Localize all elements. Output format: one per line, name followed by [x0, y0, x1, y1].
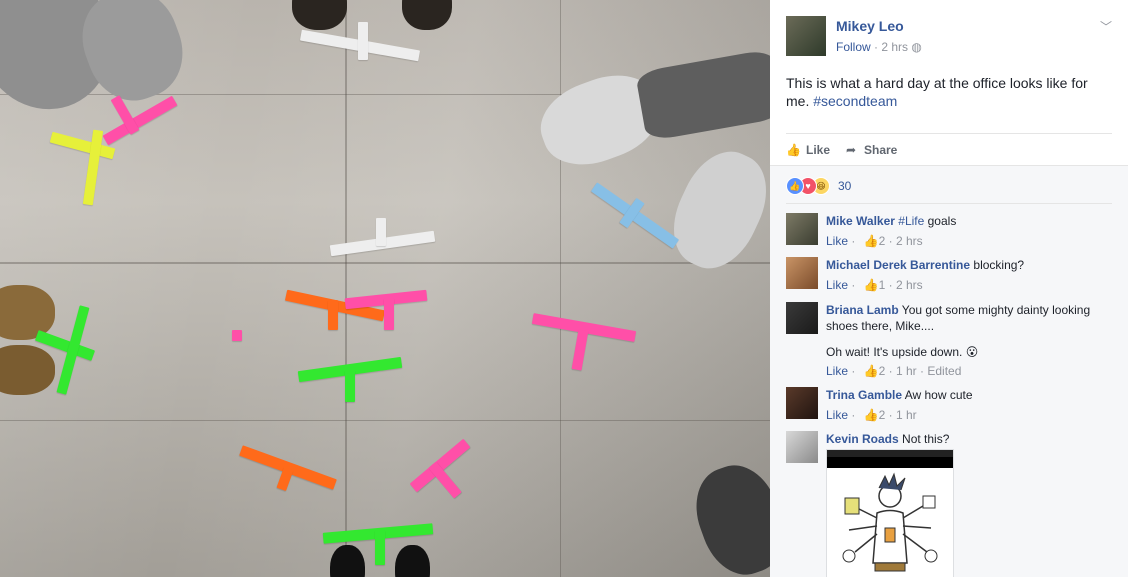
cartoon-illustration — [842, 472, 938, 572]
comment-text-2: Oh wait! It's upside down. — [826, 345, 963, 359]
sneaker-right-2 — [658, 138, 770, 282]
white-tape — [376, 218, 386, 246]
action-bar: 👍 Like ➦ Share — [786, 133, 1112, 166]
comment-body: Trina Gamble Aw how cute — [826, 387, 1116, 403]
comment-like-count[interactable]: 2 — [879, 408, 886, 422]
comment-body: Mike Walker #Life goals — [826, 213, 1116, 229]
comment-body: Briana Lamb You got some mighty dainty l… — [826, 302, 1116, 360]
commenter-name[interactable]: Kevin Roads — [826, 432, 899, 446]
author-name[interactable]: Mikey Leo — [836, 18, 904, 34]
like-label: Like — [806, 143, 831, 157]
thumbs-up-icon: 👍 — [863, 408, 879, 422]
orange-tape — [328, 300, 338, 330]
divider — [786, 203, 1112, 204]
commenter-name[interactable]: Trina Gamble — [826, 388, 902, 402]
green-tape — [345, 370, 355, 402]
avatar[interactable] — [786, 431, 818, 463]
follow-link[interactable]: Follow — [836, 40, 871, 54]
comment-body: Kevin Roads Not this? — [826, 431, 1116, 447]
comment-text: blocking? — [970, 258, 1025, 272]
boot-left — [0, 285, 55, 340]
tile-seam — [560, 0, 561, 577]
comment-text: Not this? — [898, 432, 950, 446]
comment: Briana Lamb You got some mighty dainty l… — [786, 302, 1116, 382]
orange-tape — [276, 466, 294, 492]
comment-image-attachment[interactable] — [826, 449, 954, 577]
comment-text: Aw how cute — [902, 388, 973, 402]
avatar[interactable] — [786, 213, 818, 245]
comments-section: 👍 ♥ 😆 30 Mike Walker #Life goals Like · … — [770, 165, 1128, 577]
share-button[interactable]: ➦ Share — [844, 143, 897, 157]
commenter-name[interactable]: Briana Lamb — [826, 303, 899, 317]
like-reaction-icon: 👍 — [786, 177, 804, 195]
post-header: Mikey Leo Follow · 2 hrs ◍ ﹀ — [786, 16, 1116, 60]
post-meta: Follow · 2 hrs ◍ — [836, 40, 922, 54]
post-text: This is what a hard day at the office lo… — [786, 74, 1106, 110]
author-avatar[interactable] — [786, 16, 826, 56]
comment-body: Michael Derek Barrentine blocking? — [826, 257, 1116, 273]
white-tape — [358, 22, 368, 60]
post-photo[interactable] — [0, 0, 770, 577]
pink-tape — [571, 329, 589, 371]
comment-time[interactable]: 2 hrs — [896, 234, 923, 248]
pink-tape — [384, 298, 394, 330]
comment-like-count[interactable]: 2 — [879, 364, 886, 378]
comment-meta: Like · 👍2 · 1 hr — [826, 408, 917, 422]
thumbs-up-icon: 👍 — [863, 278, 879, 292]
comment: Mike Walker #Life goals Like · 👍2 · 2 hr… — [786, 213, 1116, 253]
sneaker-top-left-2 — [69, 0, 196, 113]
green-tape — [375, 530, 385, 565]
like-button[interactable]: 👍 Like — [786, 143, 830, 157]
comment-time[interactable]: 1 hr — [896, 408, 917, 422]
comment-like-link[interactable]: Like — [826, 408, 848, 422]
comment-meta: Like · 👍1 · 2 hrs — [826, 278, 923, 292]
thumbs-up-icon: 👍 — [786, 143, 801, 157]
comment-meta: Like · 👍2 · 2 hrs — [826, 234, 923, 248]
black-shoe-top-2 — [402, 0, 452, 30]
phone-toolbar — [827, 457, 953, 468]
globe-icon: ◍ — [911, 40, 922, 54]
thumbs-up-icon: 👍 — [863, 364, 879, 378]
comment-like-count[interactable]: 2 — [879, 234, 886, 248]
phone-status-bar — [827, 450, 953, 457]
tile-seam — [345, 0, 347, 577]
comment-text: goals — [924, 214, 957, 228]
heel-bottom-right — [395, 545, 430, 577]
comment-hashtag[interactable]: #Life — [898, 214, 924, 228]
post-side-panel: Mikey Leo Follow · 2 hrs ◍ ﹀ This is wha… — [770, 0, 1128, 577]
comment-meta: Like · 👍2 · 1 hr · Edited — [826, 364, 962, 378]
comment: Kevin Roads Not this? — [786, 431, 1116, 577]
leg-right — [634, 48, 770, 142]
avatar[interactable] — [786, 302, 818, 334]
avatar[interactable] — [786, 257, 818, 289]
post-hashtag[interactable]: #secondteam — [813, 93, 897, 109]
comment-like-link[interactable]: Like — [826, 278, 848, 292]
heel-bottom-left — [330, 545, 365, 577]
commenter-name[interactable]: Mike Walker — [826, 214, 895, 228]
tile-seam — [0, 420, 770, 421]
black-shoe-top — [292, 0, 347, 30]
sneaker-bottom-right — [683, 454, 770, 577]
share-label: Share — [864, 143, 898, 157]
tile-seam — [0, 262, 770, 264]
comment-like-link[interactable]: Like — [826, 364, 848, 378]
comment-followup: Oh wait! It's upside down. 😮 — [826, 344, 1116, 360]
post-time[interactable]: 2 hrs — [881, 40, 908, 54]
commenter-name[interactable]: Michael Derek Barrentine — [826, 258, 970, 272]
surprised-emoji-icon: 😮 — [965, 345, 979, 359]
avatar[interactable] — [786, 387, 818, 419]
share-arrow-icon: ➦ — [845, 143, 857, 157]
comment: Trina Gamble Aw how cute Like · 👍2 · 1 h… — [786, 387, 1116, 427]
boot-left-2 — [0, 345, 55, 395]
reaction-count[interactable]: 30 — [838, 179, 851, 193]
chevron-down-icon[interactable]: ﹀ — [1100, 18, 1112, 35]
thumbs-up-icon: 👍 — [863, 234, 879, 248]
pink-tape — [232, 330, 242, 341]
comment-time[interactable]: 1 hr — [896, 364, 917, 378]
comment-edited[interactable]: Edited — [927, 364, 961, 378]
comment-like-count[interactable]: 1 — [879, 278, 886, 292]
comment-time[interactable]: 2 hrs — [896, 278, 923, 292]
comment-like-link[interactable]: Like — [826, 234, 848, 248]
comment: Michael Derek Barrentine blocking? Like … — [786, 257, 1116, 297]
